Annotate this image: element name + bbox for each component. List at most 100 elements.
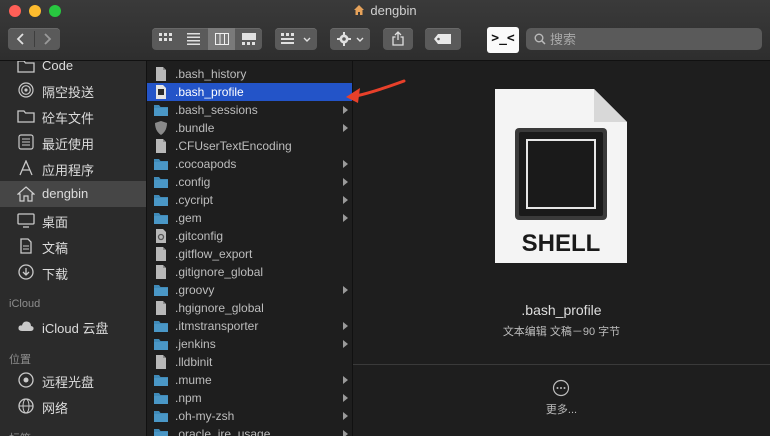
file-row[interactable]: .oh-my-zsh xyxy=(147,407,352,425)
file-row[interactable]: .oracle_jre_usage xyxy=(147,425,352,436)
disclosure-chevron-icon xyxy=(343,286,348,294)
file-row[interactable]: .config xyxy=(147,173,352,191)
sidebar-item-label: 网络 xyxy=(42,401,69,416)
disclosure-chevron-icon xyxy=(343,412,348,420)
file-name: .cycript xyxy=(175,193,214,207)
sidebar-item-folder[interactable]: 砼车文件 xyxy=(0,103,146,129)
file-column: .bash_history .bash_profile .bash_sessions… xyxy=(147,61,353,436)
arrange-icon xyxy=(281,33,294,44)
action-button[interactable] xyxy=(330,28,370,50)
folder-icon xyxy=(154,285,168,296)
preview-metadata: 文本编辑 文稿－90 字节 xyxy=(502,326,621,338)
terminal-button[interactable]: >_< xyxy=(487,27,519,53)
folder-icon xyxy=(154,321,168,332)
share-icon xyxy=(392,31,404,46)
arrange-button[interactable] xyxy=(275,28,317,50)
file-name: .bundle xyxy=(175,121,215,135)
file-row[interactable]: .npm xyxy=(147,389,352,407)
disclosure-chevron-icon xyxy=(343,322,348,330)
file-row[interactable]: .cycript xyxy=(147,191,352,209)
tags-button[interactable] xyxy=(425,28,461,50)
file-row[interactable]: .groovy xyxy=(147,281,352,299)
file-row[interactable]: .cocoapods xyxy=(147,155,352,173)
home-icon xyxy=(354,5,365,15)
file-name: .gitflow_export xyxy=(175,247,253,261)
sidebar-item-remote-disc[interactable]: 远程光盘 xyxy=(0,367,146,393)
file-name: .hgignore_global xyxy=(175,301,264,315)
sidebar-item-label: 隔空投送 xyxy=(42,85,95,100)
back-forward-control xyxy=(8,28,60,50)
disclosure-chevron-icon xyxy=(343,106,348,114)
script-icon xyxy=(156,85,166,99)
file-row[interactable]: .gem xyxy=(147,209,352,227)
sidebar-item-airdrop[interactable]: 隔空投送 xyxy=(0,77,146,103)
file-row[interactable]: .bash_profile xyxy=(147,83,352,101)
icon-view-button[interactable] xyxy=(152,28,179,50)
file-row[interactable]: .gitconfig xyxy=(147,227,352,245)
shell-icon-label: SHELL xyxy=(521,230,601,257)
grid-icon xyxy=(159,33,172,41)
list-icon xyxy=(187,33,200,45)
forward-icon[interactable] xyxy=(42,33,52,45)
document-icon xyxy=(156,355,166,369)
tag-icon xyxy=(434,34,451,44)
sidebar-item-home[interactable]: dengbin xyxy=(0,181,146,207)
sidebar-item-label: 文稿 xyxy=(42,241,69,256)
disclosure-chevron-icon xyxy=(343,160,348,168)
sidebar-item-label: Code xyxy=(42,61,74,73)
folder-icon xyxy=(154,177,168,188)
sidebar: Code 隔空投送 砼车文件 最近使用 应用程序 dengbin 桌面 文稿 下… xyxy=(0,61,147,436)
file-row[interactable]: .itmstransporter xyxy=(147,317,352,335)
document-icon xyxy=(156,301,166,315)
list-view-button[interactable] xyxy=(180,28,207,50)
sidebar-item-documents[interactable]: 文稿 xyxy=(0,233,146,259)
disclosure-chevron-icon xyxy=(343,196,348,204)
file-row[interactable]: .bundle xyxy=(147,119,352,137)
divider xyxy=(353,364,770,365)
file-row[interactable]: .gitignore_global xyxy=(147,263,352,281)
folder-icon xyxy=(154,213,168,224)
share-button[interactable] xyxy=(383,28,413,50)
folder-icon xyxy=(154,411,168,422)
file-name: .bash_history xyxy=(175,67,247,81)
more-button[interactable]: 更多... xyxy=(353,401,770,417)
sidebar-item-label: 下载 xyxy=(42,267,69,282)
file-name: .gitconfig xyxy=(175,229,224,243)
sidebar-item-downloads[interactable]: 下载 xyxy=(0,259,146,285)
more-icon[interactable] xyxy=(552,379,570,397)
file-row[interactable]: .CFUserTextEncoding xyxy=(147,137,352,155)
gallery-view-button[interactable] xyxy=(235,28,262,50)
column-view-button[interactable] xyxy=(208,28,235,50)
file-name: .jenkins xyxy=(175,337,216,351)
sidebar-heading-icloud: iCloud xyxy=(9,298,41,310)
disclosure-chevron-icon xyxy=(343,430,348,436)
search-field[interactable] xyxy=(526,28,762,50)
file-row[interactable]: .jenkins xyxy=(147,335,352,353)
file-row[interactable]: .lldbinit xyxy=(147,353,352,371)
sidebar-item-desktop[interactable]: 桌面 xyxy=(0,207,146,233)
sidebar-item-label: 砼车文件 xyxy=(42,111,95,126)
toolbar: dengbin >_< 搜索 xyxy=(0,0,770,61)
file-row[interactable]: .bash_sessions xyxy=(147,101,352,119)
airdrop-icon xyxy=(18,82,34,98)
file-name: .oh-my-zsh xyxy=(175,409,235,423)
sidebar-item-network[interactable]: 网络 xyxy=(0,393,146,419)
file-row[interactable]: .mume xyxy=(147,371,352,389)
sidebar-item-label: iCloud 云盘 xyxy=(42,321,109,336)
file-row[interactable]: .bash_history xyxy=(147,65,352,83)
file-name: .config xyxy=(175,175,211,189)
annotation-arrow-icon xyxy=(346,79,406,103)
sidebar-item-applications[interactable]: 应用程序 xyxy=(0,155,146,181)
sidebar-item-icloud-drive[interactable]: iCloud 云盘 xyxy=(0,313,146,339)
sidebar-heading-tags: 标签 xyxy=(9,430,31,436)
sidebar-item-recents[interactable]: 最近使用 xyxy=(0,129,146,155)
file-row[interactable]: .hgignore_global xyxy=(147,299,352,317)
disclosure-chevron-icon xyxy=(343,178,348,186)
document-icon xyxy=(156,265,166,279)
disclosure-chevron-icon xyxy=(343,394,348,402)
search-input[interactable] xyxy=(550,28,750,50)
back-icon[interactable] xyxy=(16,33,26,45)
file-name: .cocoapods xyxy=(175,157,237,171)
file-row[interactable]: .gitflow_export xyxy=(147,245,352,263)
file-name: .lldbinit xyxy=(175,355,213,369)
